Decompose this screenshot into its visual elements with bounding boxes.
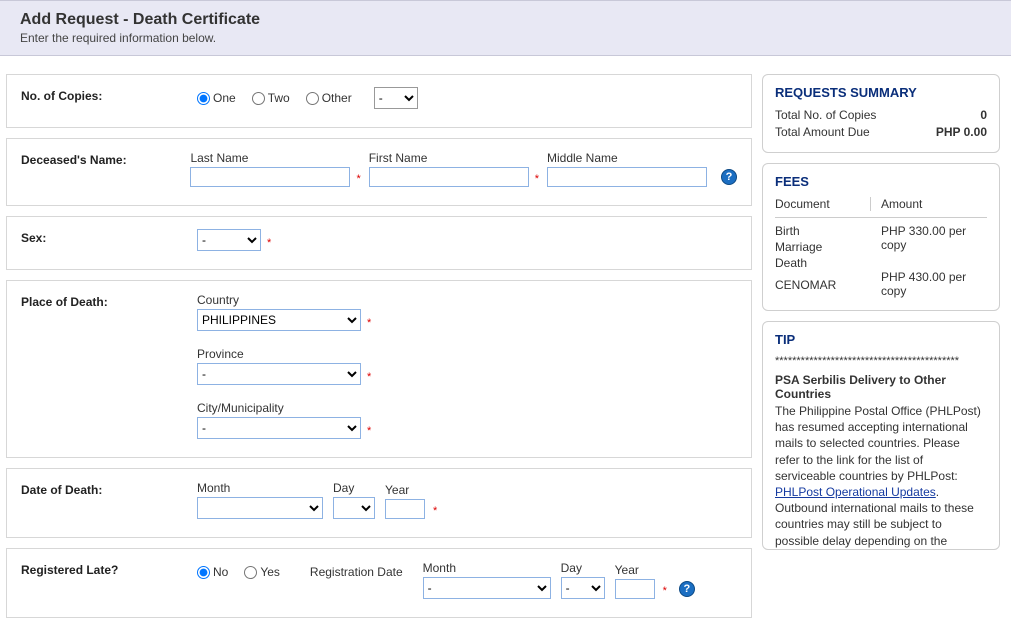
required-marker: * bbox=[356, 173, 360, 185]
help-icon[interactable]: ? bbox=[679, 581, 695, 597]
copies-radio-two[interactable]: Two bbox=[252, 91, 290, 105]
date-of-death-label: Date of Death: bbox=[21, 481, 197, 497]
summary-copies-label: Total No. of Copies bbox=[775, 108, 876, 122]
fees-col-document: Document bbox=[775, 197, 871, 211]
panel-requests-summary: REQUESTS SUMMARY Total No. of Copies 0 T… bbox=[762, 74, 1000, 153]
page-title: Add Request - Death Certificate bbox=[20, 11, 991, 29]
required-marker: * bbox=[535, 173, 539, 185]
required-marker: * bbox=[367, 371, 371, 383]
tip-body: The Philippine Postal Office (PHLPost) h… bbox=[775, 403, 987, 549]
country-label: Country bbox=[197, 293, 737, 307]
copies-radio-other[interactable]: Other bbox=[306, 91, 352, 105]
registration-date-label: Registration Date bbox=[310, 561, 403, 579]
tip-heading: PSA Serbilis Delivery to Other Countries bbox=[775, 373, 987, 401]
late-radio-no-input[interactable] bbox=[197, 566, 210, 579]
city-select[interactable]: - bbox=[197, 417, 361, 439]
page-subtitle: Enter the required information below. bbox=[20, 31, 991, 45]
fees-doc-cenomar: CENOMAR bbox=[775, 278, 871, 292]
last-name-label: Last Name bbox=[190, 151, 350, 165]
panel-tip: TIP ************************************… bbox=[762, 321, 1000, 550]
province-label: Province bbox=[197, 347, 737, 361]
required-marker: * bbox=[267, 237, 271, 249]
reg-year-label: Year bbox=[615, 563, 655, 577]
section-deceased-name: Deceased's Name: Last Name * First Name … bbox=[6, 138, 752, 206]
required-marker: * bbox=[663, 585, 667, 597]
dod-month-label: Month bbox=[197, 481, 323, 495]
late-label: Registered Late? bbox=[21, 561, 197, 577]
reg-year-input[interactable] bbox=[615, 579, 655, 599]
section-registered-late: Registered Late? No Yes Registration Dat… bbox=[6, 548, 752, 618]
reg-day-label: Day bbox=[561, 561, 605, 575]
summary-amount-value: PHP 0.00 bbox=[936, 125, 987, 139]
deceased-label: Deceased's Name: bbox=[21, 151, 190, 167]
middle-name-label: Middle Name bbox=[547, 151, 707, 165]
sidebar-column: REQUESTS SUMMARY Total No. of Copies 0 T… bbox=[762, 74, 1000, 628]
fees-doc-marriage: Marriage bbox=[775, 240, 871, 254]
fees-doc-death: Death bbox=[775, 256, 871, 270]
section-copies: No. of Copies: One Two Other bbox=[6, 74, 752, 128]
copies-other-select[interactable]: - bbox=[374, 87, 418, 109]
late-radio-no[interactable]: No bbox=[197, 565, 228, 579]
dod-day-select[interactable] bbox=[333, 497, 375, 519]
late-radio-yes[interactable]: Yes bbox=[244, 565, 280, 579]
summary-title: REQUESTS SUMMARY bbox=[775, 85, 987, 100]
required-marker: * bbox=[433, 505, 437, 517]
copies-label: No. of Copies: bbox=[21, 87, 197, 103]
place-label: Place of Death: bbox=[21, 293, 197, 309]
city-label: City/Municipality bbox=[197, 401, 737, 415]
fees-col-amount: Amount bbox=[871, 197, 922, 211]
fees-title: FEES bbox=[775, 174, 987, 189]
late-radio-yes-input[interactable] bbox=[244, 566, 257, 579]
country-select[interactable]: PHILIPPINES bbox=[197, 309, 361, 331]
section-place-of-death: Place of Death: Country PHILIPPINES * Pr… bbox=[6, 280, 752, 458]
required-marker: * bbox=[367, 425, 371, 437]
fees-doc-birth: Birth bbox=[775, 224, 871, 238]
summary-amount-label: Total Amount Due bbox=[775, 125, 870, 139]
help-icon[interactable]: ? bbox=[721, 169, 737, 185]
dod-year-label: Year bbox=[385, 483, 425, 497]
dod-month-select[interactable] bbox=[197, 497, 323, 519]
summary-copies-value: 0 bbox=[980, 108, 987, 122]
copies-radio-two-input[interactable] bbox=[252, 92, 265, 105]
tip-separator: ****************************************… bbox=[775, 355, 987, 367]
copies-radio-other-input[interactable] bbox=[306, 92, 319, 105]
sex-label: Sex: bbox=[21, 229, 197, 245]
section-date-of-death: Date of Death: Month Day bbox=[6, 468, 752, 538]
copies-radio-one[interactable]: One bbox=[197, 91, 236, 105]
form-column: No. of Copies: One Two Other bbox=[6, 74, 752, 628]
dod-year-input[interactable] bbox=[385, 499, 425, 519]
first-name-label: First Name bbox=[369, 151, 529, 165]
reg-month-label: Month bbox=[423, 561, 551, 575]
last-name-input[interactable] bbox=[190, 167, 350, 187]
dod-day-label: Day bbox=[333, 481, 375, 495]
province-select[interactable]: - bbox=[197, 363, 361, 385]
sex-select[interactable]: - bbox=[197, 229, 261, 251]
tip-title: TIP bbox=[775, 332, 987, 347]
panel-fees: FEES Document Amount Birth Marriage Deat… bbox=[762, 163, 1000, 311]
page-header: Add Request - Death Certificate Enter th… bbox=[0, 0, 1011, 56]
required-marker: * bbox=[367, 317, 371, 329]
fees-amount-430: PHP 430.00 per copy bbox=[881, 270, 987, 298]
reg-month-select[interactable]: - bbox=[423, 577, 551, 599]
reg-day-select[interactable]: - bbox=[561, 577, 605, 599]
copies-radio-one-input[interactable] bbox=[197, 92, 210, 105]
fees-amount-330: PHP 330.00 per copy bbox=[881, 224, 987, 252]
tip-link[interactable]: PHLPost Operational Updates bbox=[775, 485, 936, 499]
first-name-input[interactable] bbox=[369, 167, 529, 187]
middle-name-input[interactable] bbox=[547, 167, 707, 187]
section-sex: Sex: - * bbox=[6, 216, 752, 270]
